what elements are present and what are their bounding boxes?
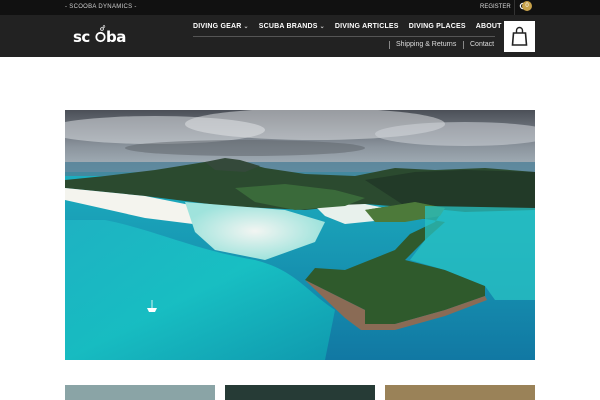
register-link[interactable]: REGISTER — [480, 4, 511, 10]
nav-scuba-brands[interactable]: SCUBA BRANDS ⌄ — [259, 23, 325, 37]
shopping-bag-icon — [511, 26, 528, 46]
site-tagline: - SCOOBA DYNAMICS - — [65, 4, 137, 10]
thumbnail-image[interactable] — [65, 385, 215, 400]
contact-link[interactable]: Contact — [470, 41, 494, 48]
hero-image — [65, 110, 535, 360]
nav-diving-places[interactable]: DIVING PLACES — [409, 23, 466, 37]
nav-divider — [193, 36, 495, 37]
svg-text:ba: ba — [106, 28, 126, 46]
top-bar: - SCOOBA DYNAMICS - REGISTER — [0, 0, 600, 15]
cart-count-badge: 0 — [522, 1, 532, 11]
divider — [463, 41, 464, 49]
nav-diving-gear[interactable]: DIVING GEAR ⌄ — [193, 23, 249, 37]
chevron-down-icon: ⌄ — [243, 24, 249, 30]
nav-diving-articles[interactable]: DIVING ARTICLES — [335, 23, 399, 37]
svg-text:sc: sc — [73, 28, 90, 46]
main-navigation: DIVING GEAR ⌄ SCUBA BRANDS ⌄ DIVING ARTICL… — [193, 23, 509, 37]
divider — [389, 41, 390, 49]
site-logo[interactable]: sc ba — [73, 25, 133, 47]
chevron-down-icon: ⌄ — [319, 24, 325, 30]
thumbnail-image[interactable] — [225, 385, 375, 400]
thumbnail-image[interactable] — [385, 385, 535, 400]
shipping-returns-link[interactable]: Shipping & Returns — [396, 41, 456, 48]
divider — [514, 0, 515, 15]
site-header: sc ba DIVING GEAR ⌄ SCUBA BRANDS ⌄ DIVING … — [0, 15, 600, 57]
cart-button[interactable] — [504, 21, 535, 52]
